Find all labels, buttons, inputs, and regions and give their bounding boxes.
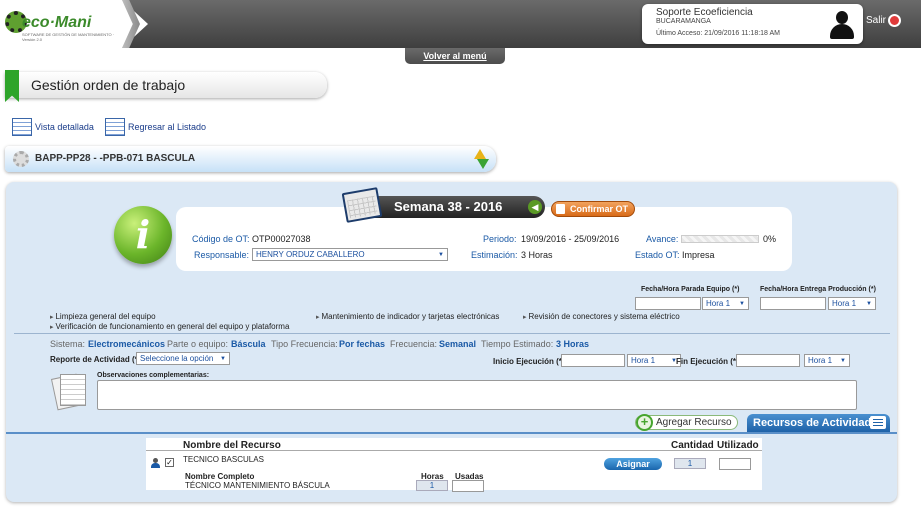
- power-icon: [888, 14, 902, 27]
- user-city: BUCARAMANGA: [656, 18, 711, 25]
- ot-code-value: OTP00027038: [252, 234, 311, 244]
- arrow-left-icon[interactable]: ◀: [528, 200, 542, 214]
- time-value: 3 Horas: [556, 339, 590, 349]
- estimate-label: Estimación:: [471, 250, 518, 260]
- full-name-label: Nombre Completo: [185, 472, 255, 481]
- calendar-icon: [341, 187, 383, 223]
- time-label: Tiempo Estimado:: [481, 339, 554, 349]
- progress-bar: [681, 235, 759, 243]
- week-selector: Semana 38 - 2016 ◀: [341, 187, 545, 223]
- plus-icon: +: [636, 414, 653, 431]
- hours-value: 1: [416, 480, 448, 491]
- swap-arrows-icon[interactable]: [474, 149, 489, 169]
- responsible-label: Responsable:: [194, 250, 250, 260]
- assign-button[interactable]: Asignar: [604, 458, 662, 470]
- ot-code-label: Código de OT:: [192, 234, 250, 244]
- notes-textarea[interactable]: [97, 380, 857, 410]
- back-to-menu-link[interactable]: Volver al menú: [405, 48, 505, 64]
- work-order-panel: i Semana 38 - 2016 ◀ Confirmar OT Código…: [6, 182, 897, 502]
- page-title-bar: Gestión orden de trabajo: [5, 70, 327, 102]
- stop-date-input[interactable]: [635, 297, 701, 310]
- stop-hour-select[interactable]: Hora 1: [702, 297, 749, 310]
- report-select[interactable]: Seleccione la opción: [136, 352, 230, 365]
- state-value: Impresa: [682, 250, 715, 260]
- state-label: Estado OT:: [635, 250, 680, 260]
- delivery-hour-select[interactable]: Hora 1: [828, 297, 876, 310]
- activity-item: Limpieza general del equipo: [50, 312, 155, 321]
- end-exec-input[interactable]: [736, 354, 800, 367]
- resource-checkbox[interactable]: ✓: [165, 458, 174, 467]
- user-card: Soporte Ecoeficiencia BUCARAMANGA Último…: [642, 4, 863, 44]
- last-access: Último Acceso: 21/09/2016 11:18:18 AM: [656, 30, 781, 37]
- responsible-select[interactable]: HENRY ORDUZ CABALLERO: [252, 248, 448, 261]
- freq-value: Semanal: [439, 339, 477, 349]
- detail-view-link[interactable]: Vista detallada: [12, 117, 94, 137]
- gear-icon: [13, 151, 29, 167]
- system-label: Sistema:: [50, 339, 86, 349]
- equipment-name: BAPP-PP28 - -PPB-071 BASCULA: [35, 153, 196, 164]
- week-label: Semana 38 - 2016: [394, 199, 503, 214]
- notes-icon: [50, 372, 90, 412]
- delivery-date-input[interactable]: [760, 297, 826, 310]
- table-icon: [105, 118, 125, 136]
- freq-type-value: Por fechas: [339, 339, 386, 349]
- table-header-divider: [146, 450, 762, 451]
- divider: [14, 333, 890, 334]
- end-exec-label: Fin Ejecución (*): [676, 357, 739, 366]
- freq-label: Frecuencia:: [390, 339, 438, 349]
- equipment-bar: BAPP-PP28 - -PPB-071 BASCULA: [5, 146, 496, 172]
- resource-name: TECNICO BASCULAS: [183, 455, 264, 464]
- logout-label: Salir: [866, 15, 887, 27]
- freq-type-label: Tipo Frecuencia:: [271, 339, 338, 349]
- period-label: Periodo:: [483, 234, 517, 244]
- activity-item: Verificación de funcionamiento en genera…: [50, 322, 289, 331]
- end-hour-select[interactable]: Hora 1: [804, 354, 850, 367]
- full-name-value: TÉCNICO MANTENIMIENTO BÁSCULA: [185, 481, 330, 490]
- part-value: Báscula: [231, 339, 266, 349]
- report-label: Reporte de Actividad (*):: [50, 355, 144, 364]
- activity-item: Mantenimiento de indicador y tarjetas el…: [316, 312, 499, 321]
- part-label: Parte o equipo:: [167, 339, 229, 349]
- logo[interactable]: eco·Mani SOFTWARE DE GESTIÓN DE MANTENIM…: [0, 0, 148, 48]
- info-icon: i: [114, 206, 172, 264]
- page-title: Gestión orden de trabajo: [31, 77, 186, 93]
- back-to-list-link[interactable]: Regresar al Listado: [105, 117, 206, 137]
- start-exec-label: Inicio Ejecución (*): [493, 357, 565, 366]
- detail-view-label: Vista detallada: [35, 122, 94, 132]
- progress-value: 0%: [763, 234, 777, 244]
- stop-date-label: Fecha/Hora Parada Equipo (*): [641, 286, 740, 293]
- add-resource-label: Agregar Recurso: [656, 417, 732, 428]
- tab-resources-label: Recursos de Actividad: [753, 417, 872, 429]
- logout-button[interactable]: Salir: [866, 14, 902, 27]
- notes-label: Observaciones complementarias:: [97, 372, 210, 379]
- add-resource-button[interactable]: + Agregar Recurso: [635, 414, 738, 431]
- estimate-value: 3 Horas: [521, 250, 553, 260]
- period-value: 19/09/2016 - 25/09/2016: [521, 234, 620, 244]
- quantity-value: 1: [674, 458, 706, 469]
- bookmark-icon: [5, 70, 19, 102]
- start-hour-select[interactable]: Hora 1: [627, 354, 681, 367]
- table-icon: [12, 118, 32, 136]
- used-input[interactable]: [719, 458, 751, 470]
- logo-text: eco·Mani: [22, 14, 92, 31]
- user-icon: [151, 458, 160, 468]
- tab-resources[interactable]: Recursos de Actividad: [747, 414, 890, 432]
- progress-label: Avance:: [646, 234, 679, 244]
- activity-item: Revisión de conectores y sistema eléctri…: [523, 312, 679, 321]
- used-hours-input[interactable]: [452, 480, 484, 492]
- user-avatar-icon[interactable]: [829, 11, 855, 39]
- back-to-list-label: Regresar al Listado: [128, 122, 207, 132]
- user-name: Soporte Ecoeficiencia: [656, 7, 753, 18]
- delivery-date-label: Fecha/Hora Entrega Producción (*): [760, 286, 876, 293]
- system-value: Electromecánicos: [88, 339, 166, 349]
- logo-subtitle: SOFTWARE DE GESTIÓN DE MANTENIMIENTO · V…: [22, 32, 115, 42]
- start-exec-input[interactable]: [561, 354, 625, 367]
- list-icon: [870, 416, 886, 429]
- resources-table: Nombre del Recurso Cantidad Utilizado ✓ …: [146, 438, 762, 492]
- divider: [6, 432, 897, 434]
- confirm-ot-button[interactable]: Confirmar OT: [551, 201, 635, 217]
